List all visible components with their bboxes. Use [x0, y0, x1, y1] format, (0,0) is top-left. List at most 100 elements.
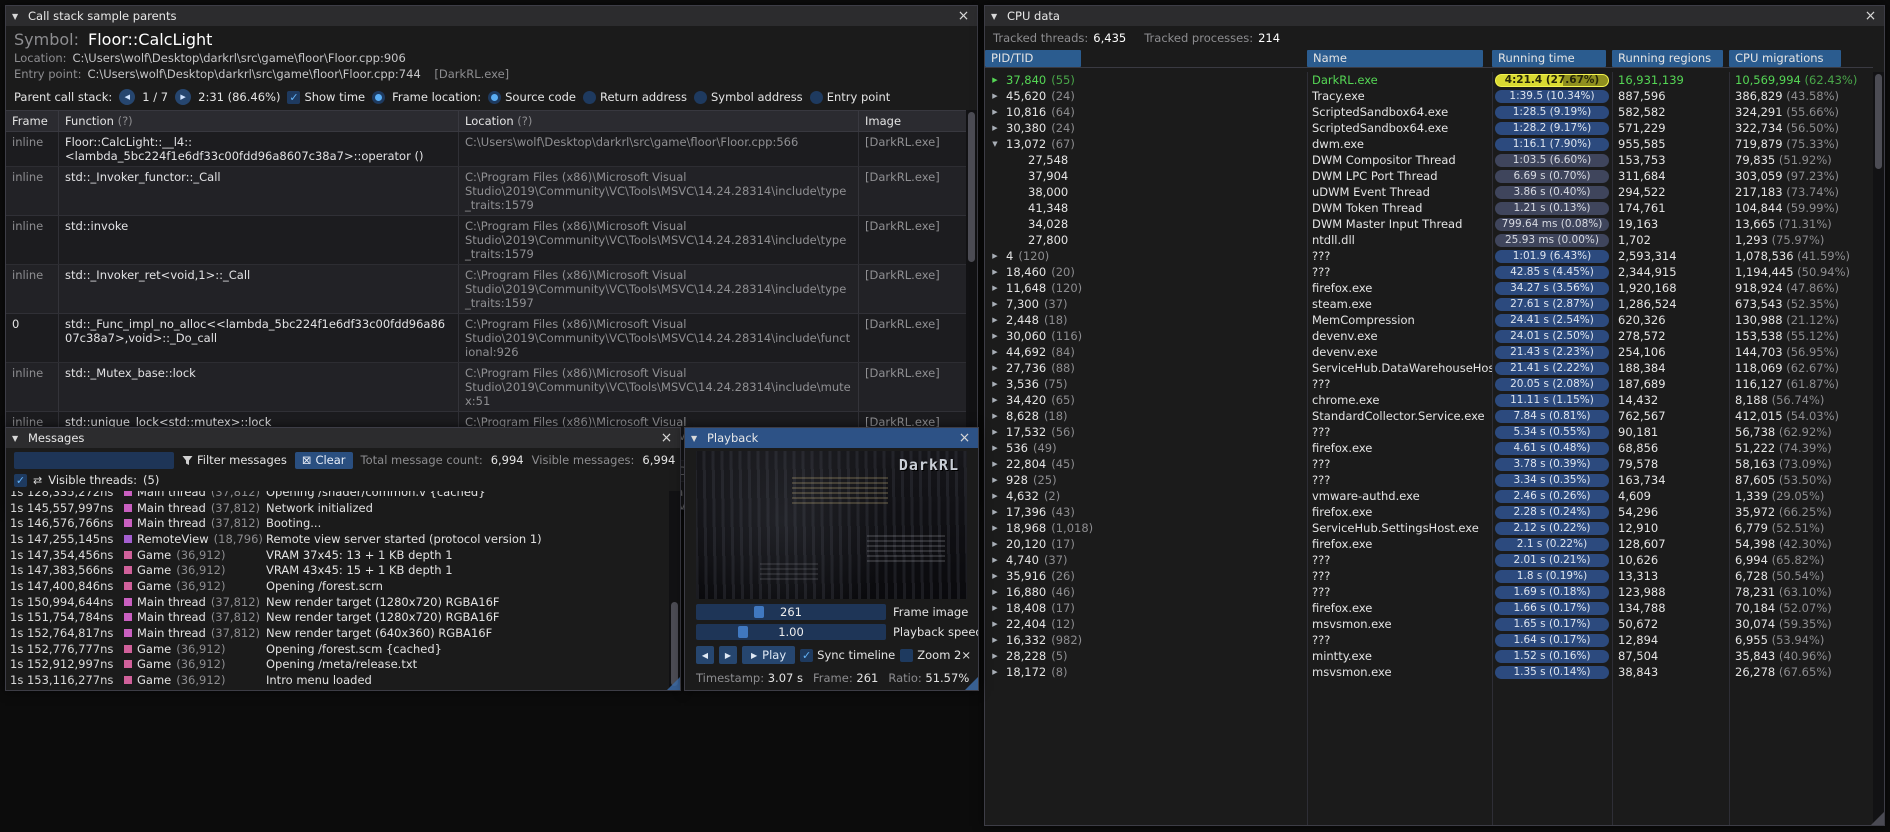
- expand-arrow-icon[interactable]: ▶: [989, 540, 1001, 548]
- table-row[interactable]: ▶ 18,968 (1,018) ServiceHub.SettingsHost.ex…: [985, 520, 1873, 536]
- playback-titlebar[interactable]: ▼ Playback ×: [685, 428, 978, 448]
- radio-dot-icon[interactable]: [583, 90, 596, 104]
- radio-source-code[interactable]: Source code: [488, 90, 576, 104]
- radio-dot-icon[interactable]: [694, 90, 707, 104]
- next-callstack-button[interactable]: ▶: [175, 89, 192, 105]
- column-header-running-time[interactable]: Running time: [1492, 49, 1612, 67]
- resize-grip[interactable]: [667, 677, 680, 690]
- column-header-running-regions[interactable]: Running regions: [1612, 49, 1729, 67]
- expand-arrow-icon[interactable]: ▶: [989, 76, 1001, 84]
- table-row[interactable]: ▶ 30,380 (24) ScriptedSandbox64.exe 1:28.2 (…: [985, 120, 1873, 136]
- vertical-scrollbar[interactable]: [669, 491, 680, 690]
- table-row[interactable]: ▶ 16,880 (46)??? 1.69 s (0.18%) 123,988 78,23…: [985, 584, 1873, 600]
- list-item[interactable]: 1s 152,912,997ns Game (36,912) Opening /met…: [6, 657, 669, 673]
- table-row[interactable]: 27,800 ntdll.dll 25.93 ms (0.00%) 1,702 1,29…: [985, 232, 1873, 248]
- table-row[interactable]: inline std::_Invoker_functor::_Call C:\Pro…: [6, 167, 966, 216]
- expand-arrow-icon[interactable]: ▶: [989, 508, 1001, 516]
- scrollbar-thumb[interactable]: [1875, 74, 1882, 169]
- vertical-scrollbar[interactable]: [1873, 72, 1884, 825]
- table-row[interactable]: ▶ 7,300 (37) steam.exe 27.61 s (2.87%) 1,286,…: [985, 296, 1873, 312]
- expand-arrow-icon[interactable]: ▶: [989, 380, 1001, 388]
- collapse-arrow-icon[interactable]: ▼: [991, 12, 1001, 21]
- column-header-pid-tid[interactable]: PID/TID: [985, 49, 1307, 67]
- table-row[interactable]: ▶ 4,632 (2) vmware-authd.exe 2.46 s (0.26%) 4…: [985, 488, 1873, 504]
- column-header-image[interactable]: Image: [858, 111, 966, 131]
- table-row[interactable]: ▶ 22,804 (45)??? 3.78 s (0.39%) 79,578 58,163…: [985, 456, 1873, 472]
- table-row[interactable]: ▶ 22,404 (12) msvsmon.exe 1.65 s (0.17%) 50,6…: [985, 616, 1873, 632]
- expand-arrow-icon[interactable]: ▶: [989, 460, 1001, 468]
- list-item[interactable]: 1s 147,354,456ns Game (36,912) VRAM 37x45: …: [6, 547, 669, 563]
- table-row[interactable]: ▶ 8,628 (18) StandardCollector.Service.exe 7…: [985, 408, 1873, 424]
- table-row[interactable]: ▼ 13,072 (67) dwm.exe 1:16.1 (7.90%) 955,585 7…: [985, 136, 1873, 152]
- radio-dot-icon[interactable]: [809, 90, 823, 104]
- table-row[interactable]: ▶ 44,692 (84) devenv.exe 21.43 s (2.23%) 254,…: [985, 344, 1873, 360]
- sync-timeline-checkbox[interactable]: [800, 648, 814, 662]
- expand-arrow-icon[interactable]: ▶: [989, 348, 1001, 356]
- expand-arrow-icon[interactable]: ▶: [989, 652, 1001, 660]
- table-row[interactable]: ▶ 37,840 (55) DarkRL.exe 4:21.4 (27.67%) 16,9…: [985, 72, 1873, 88]
- table-row[interactable]: ▶ 28,228 (5) mintty.exe 1.52 s (0.16%) 87,504…: [985, 648, 1873, 664]
- table-row[interactable]: inline Floor::CalcLight::__l4::<lambda_5b…: [6, 132, 966, 167]
- frame-image-slider[interactable]: 261: [696, 604, 886, 620]
- next-frame-button[interactable]: ▶: [719, 646, 737, 664]
- radio-entry-point[interactable]: Entry point: [809, 90, 890, 104]
- expand-arrow-icon[interactable]: ▶: [989, 300, 1001, 308]
- expand-arrow-icon[interactable]: ▶: [989, 108, 1001, 116]
- expand-arrow-icon[interactable]: ▶: [989, 636, 1001, 644]
- table-row[interactable]: ▶ 18,460 (20)??? 42.85 s (4.45%) 2,344,915 1,…: [985, 264, 1873, 280]
- table-row[interactable]: ▶ 928 (25)??? 3.34 s (0.35%) 163,734 87,605 (…: [985, 472, 1873, 488]
- table-row[interactable]: ▶ 16,332 (982)??? 1.64 s (0.17%) 12,894 6,955…: [985, 632, 1873, 648]
- expand-arrow-icon[interactable]: ▶: [989, 284, 1001, 292]
- resize-grip[interactable]: [965, 677, 978, 690]
- messages-titlebar[interactable]: ▼ Messages ×: [6, 428, 680, 448]
- close-icon[interactable]: ×: [956, 9, 971, 23]
- list-item[interactable]: 1s 145,557,997ns Main thread (37,812) Netwo…: [6, 500, 669, 516]
- expand-arrow-icon[interactable]: ▶: [989, 124, 1001, 132]
- expand-arrow-icon[interactable]: ▼: [989, 140, 1001, 148]
- table-row[interactable]: ▶ 34,420 (65) chrome.exe 11.11 s (1.15%) 14,4…: [985, 392, 1873, 408]
- scrollbar-thumb[interactable]: [968, 112, 975, 262]
- show-time-checkbox-wrap[interactable]: Show time: [287, 90, 365, 104]
- callstack-table-header[interactable]: Frame Function (?) Location (?) Image: [6, 110, 966, 132]
- clear-button[interactable]: ⊠ Clear: [294, 451, 353, 469]
- close-icon[interactable]: ×: [957, 431, 972, 445]
- scrollbar-thumb[interactable]: [671, 602, 678, 687]
- table-row[interactable]: ▶ 27,736 (88) ServiceHub.DataWarehouseHost.…: [985, 360, 1873, 376]
- expand-arrow-icon[interactable]: ▶: [989, 332, 1001, 340]
- column-header-location[interactable]: Location (?): [458, 111, 858, 131]
- expand-arrow-icon[interactable]: ▶: [989, 476, 1001, 484]
- radio-dot-icon[interactable]: [488, 90, 502, 104]
- prev-callstack-button[interactable]: ◀: [119, 89, 136, 105]
- table-row[interactable]: ▶ 3,536 (75)??? 20.05 s (2.08%) 187,689 116,1…: [985, 376, 1873, 392]
- table-row[interactable]: 27,548 DWM Compositor Thread 1:03.5 (6.60%…: [985, 152, 1873, 168]
- expand-arrow-icon[interactable]: ▶: [989, 316, 1001, 324]
- cpu-titlebar[interactable]: ▼ CPU data ×: [985, 6, 1884, 26]
- expand-arrow-icon[interactable]: ▶: [989, 620, 1001, 628]
- list-item[interactable]: 1s 152,776,777ns Game (36,912) Opening /for…: [6, 641, 669, 657]
- table-row[interactable]: ▶ 18,408 (17) firefox.exe 1.66 s (0.17%) 134,…: [985, 600, 1873, 616]
- radio-return-address[interactable]: Return address: [583, 90, 687, 104]
- expand-arrow-icon[interactable]: ▶: [989, 412, 1001, 420]
- expand-arrow-icon[interactable]: ▶: [989, 252, 1001, 260]
- table-row[interactable]: 0 std::_Func_impl_no_alloc<<lambda_5bc224…: [6, 314, 966, 363]
- table-row[interactable]: ▶ 2,448 (18) MemCompression 24.41 s (2.54%) 6…: [985, 312, 1873, 328]
- prev-frame-button[interactable]: ◀: [696, 646, 714, 664]
- frame-image[interactable]: DarkRL: [696, 451, 967, 599]
- table-row[interactable]: ▶ 30,060 (116) devenv.exe 24.01 s (2.50%) 278…: [985, 328, 1873, 344]
- table-row[interactable]: 34,028 DWM Master Input Thread 799.64 ms (…: [985, 216, 1873, 232]
- table-row[interactable]: ▶ 10,816 (64) ScriptedSandbox64.exe 1:28.5 (…: [985, 104, 1873, 120]
- table-row[interactable]: ▶ 17,532 (56)??? 5.34 s (0.55%) 90,181 56,738…: [985, 424, 1873, 440]
- expand-arrow-icon[interactable]: ▶: [989, 588, 1001, 596]
- column-header-cpu-migrations[interactable]: CPU migrations: [1729, 49, 1873, 67]
- table-row[interactable]: ▶ 17,396 (43) firefox.exe 2.28 s (0.24%) 54,2…: [985, 504, 1873, 520]
- expand-arrow-icon[interactable]: ▶: [989, 604, 1001, 612]
- expand-arrow-icon[interactable]: ▶: [989, 92, 1001, 100]
- filter-input[interactable]: [14, 451, 174, 469]
- sync-timeline-checkbox-wrap[interactable]: Sync timeline: [800, 648, 895, 662]
- table-row[interactable]: ▶ 18,172 (8) msvsmon.exe 1.35 s (0.14%) 38,84…: [985, 664, 1873, 680]
- expand-arrow-icon[interactable]: ▶: [989, 268, 1001, 276]
- expand-arrow-icon[interactable]: ▶: [989, 444, 1001, 452]
- table-row[interactable]: 37,904 DWM LPC Port Thread 6.69 s (0.70%) 3…: [985, 168, 1873, 184]
- column-header-frame[interactable]: Frame: [6, 111, 58, 131]
- list-item[interactable]: 1s 147,400,846ns Game (36,912) Opening /for…: [6, 578, 669, 594]
